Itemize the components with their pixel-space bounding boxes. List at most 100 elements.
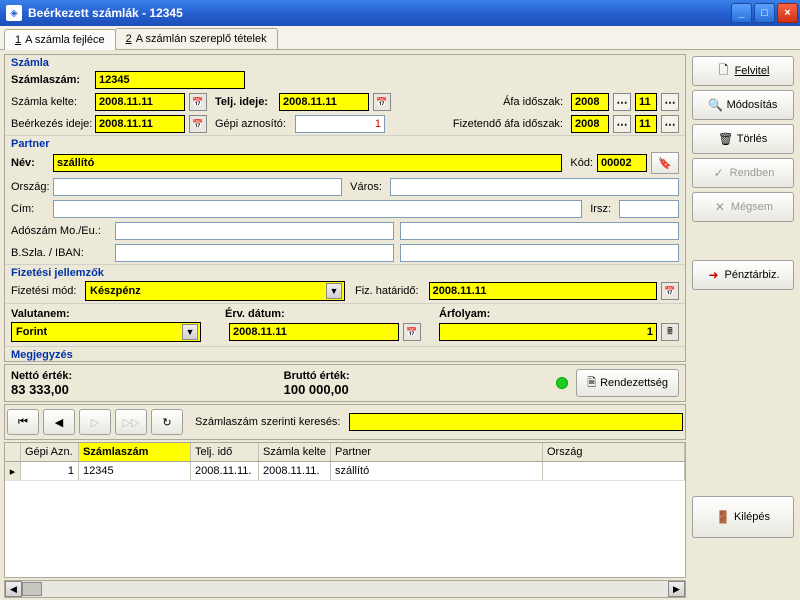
currency-select[interactable]: Forint▼ [11,322,201,342]
row-marker: ▸ [5,462,21,480]
sidebar: 🗋Felvitel 🔍Módosítás 🗑Törlés ✓Rendben ✕M… [690,50,800,598]
partner-code-input[interactable]: 00002 [597,154,647,172]
scroll-right-button[interactable]: ▶ [668,581,685,597]
vat-period-label: Áfa időszak: [395,96,563,108]
payable-vat-year-input[interactable]: 2008 [571,115,609,133]
col-partner[interactable]: Partner [331,443,543,461]
partner-code-label: Kód: [570,157,593,169]
payment-deadline-input[interactable]: 2008.11.11 [429,282,657,300]
titlebar: ◈ Beérkezett számlák - 12345 _ □ × [0,0,800,26]
maximize-button[interactable]: □ [754,3,775,23]
address-label: Cím: [11,203,49,215]
delete-button[interactable]: 🗑Törlés [692,124,794,154]
results-grid[interactable]: Gépi Azn. Számlaszám Telj. idő Számla ke… [4,442,686,578]
settlement-button[interactable]: 🗎Rendezettség [576,369,679,397]
receipt-icon: ➜ [706,268,720,282]
navigator: ⏮ ◀ ▷ ▷▷ ↻ Számlaszám szerinti keresés: [4,404,686,440]
netto-label: Nettó érték: [11,370,276,382]
invoice-number-label: Számlaszám: [11,74,91,86]
exit-button[interactable]: 🚪Kilépés [692,496,794,538]
horizontal-scrollbar[interactable]: ◀ ▶ [4,580,686,598]
arrival-date-input[interactable]: 2008.11.11 [95,115,185,133]
tab-header[interactable]: 1A számla fejléce [4,29,116,50]
table-row[interactable]: ▸ 1 12345 2008.11.11. 2008.11.11. szállí… [5,462,685,481]
address-input[interactable] [53,200,582,218]
first-button[interactable]: ⏮ [7,409,39,435]
scroll-thumb[interactable] [22,582,42,596]
ok-button: ✓Rendben [692,158,794,188]
invoice-date-input[interactable]: 2008.11.11 [95,93,185,111]
payment-deadline-picker[interactable]: 📅 [661,282,679,300]
document-icon: 🗎 [587,374,596,393]
refresh-button[interactable]: ↻ [151,409,183,435]
taxno-label: Adószám Mo./Eu.: [11,225,111,237]
chevron-down-icon[interactable]: ▼ [182,324,198,340]
valid-date-picker[interactable]: 📅 [403,323,421,341]
invoice-date-picker[interactable]: 📅 [189,93,207,111]
arrival-date-picker[interactable]: 📅 [189,115,207,133]
vat-month-lookup[interactable]: ⋯ [661,93,679,111]
netto-value: 83 333,00 [11,382,276,397]
search-label: Számlaszám szerinti keresés: [195,416,341,428]
cancel-icon: ✕ [713,200,727,214]
iban-label: B.Szla. / IBAN: [11,247,111,259]
iban2-input[interactable] [400,244,679,262]
brutto-value: 100 000,00 [284,382,549,397]
chevron-down-icon[interactable]: ▼ [326,283,342,299]
zip-label: Irsz: [590,203,611,215]
edit-button[interactable]: 🔍Módosítás [692,90,794,120]
section-note: Megjegyzés [5,346,685,361]
invoice-number-input[interactable]: 12345 [95,71,245,89]
brutto-label: Bruttó érték: [284,370,549,382]
close-button[interactable]: × [777,3,798,23]
section-partner: Partner [5,135,685,150]
taxno-hu-input[interactable] [115,222,394,240]
col-orszag[interactable]: Ország [543,443,685,461]
last-button[interactable]: ▷▷ [115,409,147,435]
payment-method-select[interactable]: Készpénz▼ [85,281,345,301]
payable-vat-year-lookup[interactable]: ⋯ [613,115,631,133]
check-icon: ✓ [712,166,726,180]
minimize-button[interactable]: _ [731,3,752,23]
prev-button[interactable]: ◀ [43,409,75,435]
col-kelte[interactable]: Számla kelte [259,443,331,461]
valid-date-label: Érv. dátum: [225,308,435,320]
country-input[interactable] [53,178,342,196]
fulfil-date-input[interactable]: 2008.11.11 [279,93,369,111]
zip-input[interactable] [619,200,679,218]
payable-vat-month-input[interactable]: 11 [635,115,657,133]
rate-calc-button[interactable]: 🖩 [661,323,679,341]
currency-label: Valutanem: [11,308,221,320]
rate-input[interactable]: 1 [439,323,657,341]
search-input[interactable] [349,413,684,431]
payment-deadline-label: Fiz. határidő: [355,285,419,297]
window-title: Beérkezett számlák - 12345 [26,6,731,20]
city-input[interactable] [390,178,679,196]
fulfil-date-label: Telj. ideje: [215,96,275,108]
penztarbiz-button[interactable]: ➜Pénztárbiz. [692,260,794,290]
trash-icon: 🗑 [719,132,733,146]
iban1-input[interactable] [115,244,394,262]
payable-vat-month-lookup[interactable]: ⋯ [661,115,679,133]
vat-year-input[interactable]: 2008 [571,93,609,111]
partner-lookup-button[interactable]: 🔖 [651,152,679,174]
tabbar: 1A számla fejléce 2A számlán szereplő té… [0,26,800,50]
status-indicator [556,377,568,389]
fulfil-date-picker[interactable]: 📅 [373,93,391,111]
vat-month-input[interactable]: 11 [635,93,657,111]
vat-year-lookup[interactable]: ⋯ [613,93,631,111]
next-button[interactable]: ▷ [79,409,111,435]
payable-vat-label: Fizetendő áfa időszak: [389,118,563,130]
col-szamlaszam[interactable]: Számlaszám [79,443,191,461]
rate-label: Árfolyam: [439,308,490,320]
payment-method-label: Fizetési mód: [11,285,81,297]
col-gepi[interactable]: Gépi Azn. [21,443,79,461]
taxno-eu-input[interactable] [400,222,679,240]
tab-items[interactable]: 2A számlán szereplő tételek [115,28,278,49]
new-button[interactable]: 🗋Felvitel [692,56,794,86]
col-telj[interactable]: Telj. idő [191,443,259,461]
scroll-left-button[interactable]: ◀ [5,581,22,597]
form-panel: Számla Számlaszám: 12345 Számla kelte: 2… [4,54,686,362]
valid-date-input[interactable]: 2008.11.11 [229,323,399,341]
partner-name-input[interactable]: szállító [53,154,562,172]
